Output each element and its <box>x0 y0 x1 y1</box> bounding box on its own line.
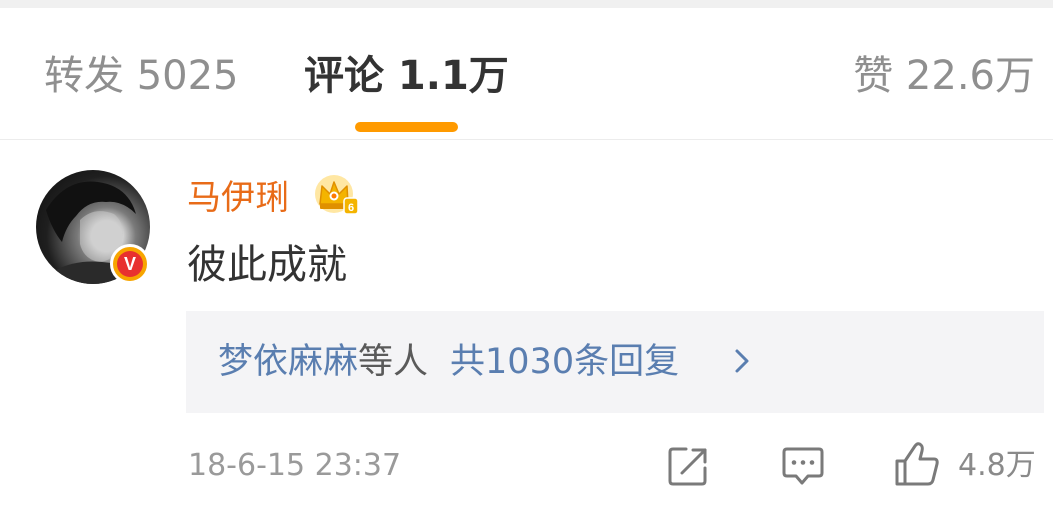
replies-summary-line: 梦依麻麻等人 共1030条回复 <box>218 340 679 384</box>
tab-reposts[interactable]: 转发 5025 <box>44 52 239 100</box>
verified-badge: V <box>110 244 150 284</box>
verified-v-icon: V <box>117 251 143 277</box>
replier-name[interactable]: 梦依麻麻 <box>218 342 358 382</box>
active-tab-indicator <box>355 122 458 132</box>
share-icon[interactable] <box>666 444 710 488</box>
top-band <box>0 0 1053 8</box>
tab-bar: 转发 5025 评论 1.1万 赞 22.6万 <box>0 8 1053 140</box>
tab-comments[interactable]: 评论 1.1万 <box>304 52 509 100</box>
comment-bubble-icon[interactable] <box>780 444 826 488</box>
like-count[interactable]: 4.8万 <box>958 447 1036 485</box>
tab-likes[interactable]: 赞 22.6万 <box>853 52 1035 100</box>
comment-username[interactable]: 马伊琍 <box>187 176 289 220</box>
thumbs-up-icon[interactable] <box>892 440 942 488</box>
vip-crown-icon: 6 <box>315 175 359 215</box>
comment-timestamp: 18-6-15 23:37 <box>188 448 402 483</box>
replies-summary[interactable]: 梦依麻麻等人 共1030条回复 <box>186 311 1044 413</box>
comment-text: 彼此成就 <box>187 242 347 288</box>
tab-divider <box>0 139 1053 140</box>
vip-level-label: 6 <box>348 202 354 214</box>
replies-count[interactable]: 共1030条回复 <box>450 342 679 382</box>
replier-suffix: 等人 <box>358 342 429 382</box>
chevron-right-icon <box>735 349 749 373</box>
